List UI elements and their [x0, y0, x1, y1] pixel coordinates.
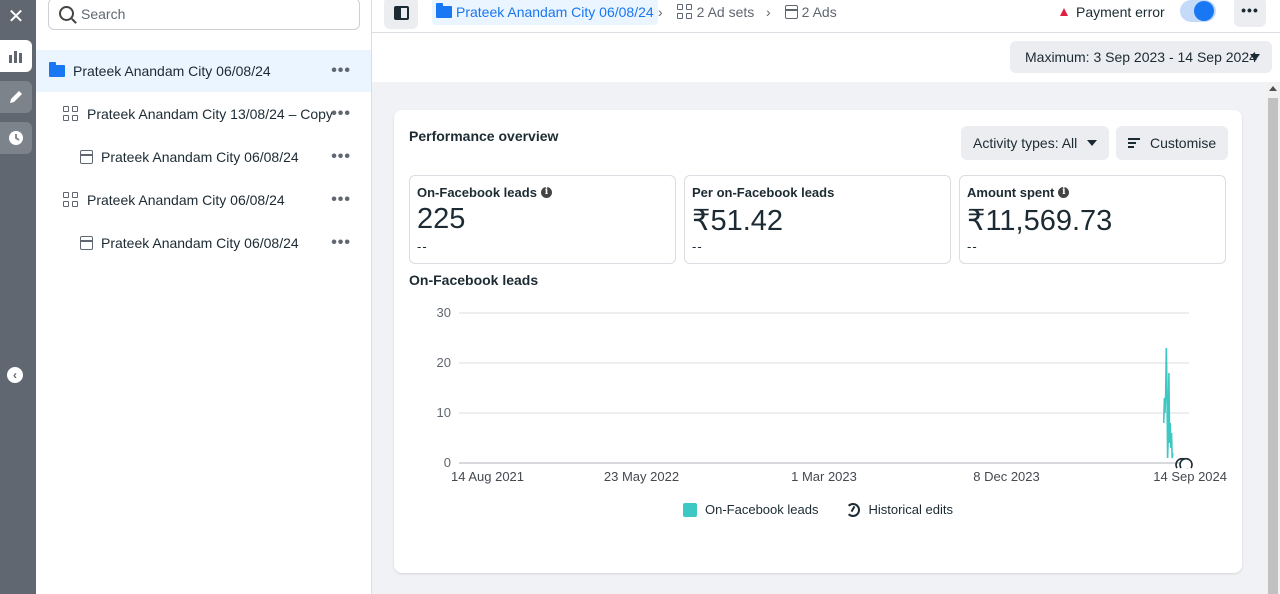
metric-value: 225	[417, 203, 466, 235]
search-input[interactable]: Search	[48, 0, 360, 30]
metric-label: Per on-Facebook leads	[692, 185, 834, 200]
search-placeholder: Search	[81, 6, 126, 22]
breadcrumb-ads-label: 2 Ads	[801, 4, 837, 20]
metric-label: On-Facebook leads i	[417, 185, 552, 200]
sidebar-panel-icon	[393, 6, 409, 20]
activity-types-label: Activity types: All	[973, 135, 1078, 151]
close-icon[interactable]: ✕	[0, 0, 32, 32]
chart-icon[interactable]	[0, 40, 32, 72]
customise-label: Customise	[1150, 135, 1217, 151]
tree-item-ad[interactable]: Prateek Anandam City 06/08/24 •••	[36, 136, 371, 178]
left-rail: ✕ ‹	[0, 0, 36, 594]
breadcrumb-adsets-label: 2 Ad sets	[696, 4, 755, 20]
more-icon[interactable]: •••	[331, 148, 351, 166]
ad-icon	[80, 236, 93, 250]
more-icon[interactable]: •••	[331, 62, 351, 80]
metric-card: Amount spent i ₹11,569.73 --	[959, 175, 1226, 264]
payment-error-label: Payment error	[1076, 4, 1165, 20]
activity-types-dropdown[interactable]: Activity types: All	[961, 126, 1110, 160]
x-tick-label: 1 Mar 2023	[791, 469, 857, 484]
legend-item-leads[interactable]: On-Facebook leads	[705, 502, 818, 517]
chevron-right-icon: ›	[766, 4, 771, 20]
caret-down-icon	[1250, 54, 1260, 61]
more-options-button[interactable]: •••	[1234, 0, 1266, 27]
leads-chart: 0 10 20 30 14 Aug 2021 23 May 2022 1 Mar 2023 8…	[437, 305, 1227, 484]
x-tick-label: 14 Aug 2021	[451, 469, 524, 484]
legend-label-historical: Historical edits	[868, 502, 953, 517]
breadcrumb-campaign[interactable]: Prateek Anandam City 06/08/24	[432, 0, 658, 25]
series-line-leads[interactable]	[1162, 347, 1174, 459]
info-icon[interactable]: i	[1058, 187, 1070, 198]
y-tick-label: 30	[437, 305, 451, 320]
scroll-up-icon[interactable]	[1269, 86, 1277, 91]
tree-item-label: Prateek Anandam City 06/08/24	[73, 63, 271, 79]
metric-delta: --	[692, 239, 703, 254]
info-icon[interactable]: i	[540, 187, 552, 198]
chart-title: On-Facebook leads	[409, 272, 539, 288]
sidebar: Search Prateek Anandam City 06/08/24 •••…	[36, 0, 372, 594]
tree-item-label: Prateek Anandam City 13/08/24 – Copy	[87, 106, 333, 122]
x-tick-label: 8 Dec 2023	[973, 469, 1040, 484]
metric-delta: --	[417, 239, 428, 254]
legend-swatch	[683, 502, 697, 517]
more-icon[interactable]: •••	[331, 234, 351, 252]
scrollbar[interactable]	[1266, 82, 1280, 594]
more-icon[interactable]: •••	[331, 105, 351, 123]
pencil-icon[interactable]	[0, 81, 32, 113]
x-tick-label: 14 Sep 2024	[1153, 469, 1227, 484]
panel-toggle-button[interactable]	[384, 0, 418, 29]
customise-button[interactable]: Customise	[1116, 126, 1229, 160]
adset-icon	[63, 106, 79, 122]
x-tick-label: 23 May 2022	[604, 469, 679, 484]
caret-down-icon	[1087, 140, 1098, 146]
tree-item-label: Prateek Anandam City 06/08/24	[101, 235, 299, 251]
legend-item-historical-edits[interactable]: Historical edits	[846, 502, 953, 517]
breadcrumb-adsets[interactable]: › 2 Ad sets	[658, 4, 754, 20]
y-tick-label: 10	[437, 405, 451, 420]
customise-icon	[1128, 137, 1142, 149]
campaign-toggle[interactable]	[1180, 0, 1216, 22]
gauge-icon	[846, 502, 861, 517]
breadcrumb-ads[interactable]: › 2 Ads	[766, 4, 837, 20]
tree-item-label: Prateek Anandam City 06/08/24	[101, 149, 299, 165]
more-icon[interactable]: •••	[331, 191, 351, 209]
warning-icon	[1060, 8, 1068, 16]
tree-item-adset[interactable]: Prateek Anandam City 06/08/24 •••	[36, 179, 371, 221]
y-tick-label: 20	[437, 355, 451, 370]
adset-icon	[63, 192, 79, 208]
metric-delta: --	[967, 239, 978, 254]
search-icon	[59, 6, 74, 21]
card-title: Performance overview	[409, 128, 559, 144]
chart-legend: On-Facebook leads Historical edits	[394, 502, 1242, 517]
adset-icon	[676, 4, 693, 20]
metric-label: Amount spent i	[967, 185, 1070, 200]
ad-icon	[784, 5, 798, 19]
folder-icon	[436, 2, 452, 18]
date-range-button[interactable]: Maximum: 3 Sep 2023 - 14 Sep 2024	[1010, 41, 1272, 73]
performance-overview-card: Performance overview Activity types: All…	[394, 110, 1242, 573]
ad-icon	[80, 150, 93, 164]
top-bar: Prateek Anandam City 06/08/24 › 2 Ad set…	[372, 0, 1280, 33]
metric-label-text: Per on-Facebook leads	[692, 185, 835, 200]
breadcrumb-campaign-label: Prateek Anandam City 06/08/24	[456, 3, 654, 20]
y-tick-label: 0	[444, 455, 451, 470]
metric-label-text: On-Facebook leads	[417, 185, 537, 200]
payment-error-status[interactable]: Payment error	[1060, 4, 1165, 20]
tree-item-label: Prateek Anandam City 06/08/24	[87, 192, 285, 208]
chevron-right-icon: ›	[658, 4, 663, 20]
metric-value: ₹51.42	[692, 205, 784, 237]
metric-card: On-Facebook leads i 225 --	[409, 175, 676, 264]
metric-card: Per on-Facebook leads ₹51.42 --	[684, 175, 951, 264]
clock-icon[interactable]	[0, 122, 32, 154]
tree-item-campaign[interactable]: Prateek Anandam City 06/08/24 •••	[36, 50, 371, 92]
folder-icon	[49, 62, 65, 77]
collapse-icon[interactable]: ‹	[7, 367, 23, 383]
scrollbar-thumb[interactable]	[1268, 98, 1278, 594]
date-range-label: Maximum: 3 Sep 2023 - 14 Sep 2024	[1025, 49, 1257, 65]
tree-item-ad[interactable]: Prateek Anandam City 06/08/24 •••	[36, 222, 371, 264]
metric-value: ₹11,569.73	[967, 205, 1113, 237]
tree-item-adset[interactable]: Prateek Anandam City 13/08/24 – Copy •••	[36, 93, 371, 135]
metric-label-text: Amount spent	[967, 185, 1055, 200]
